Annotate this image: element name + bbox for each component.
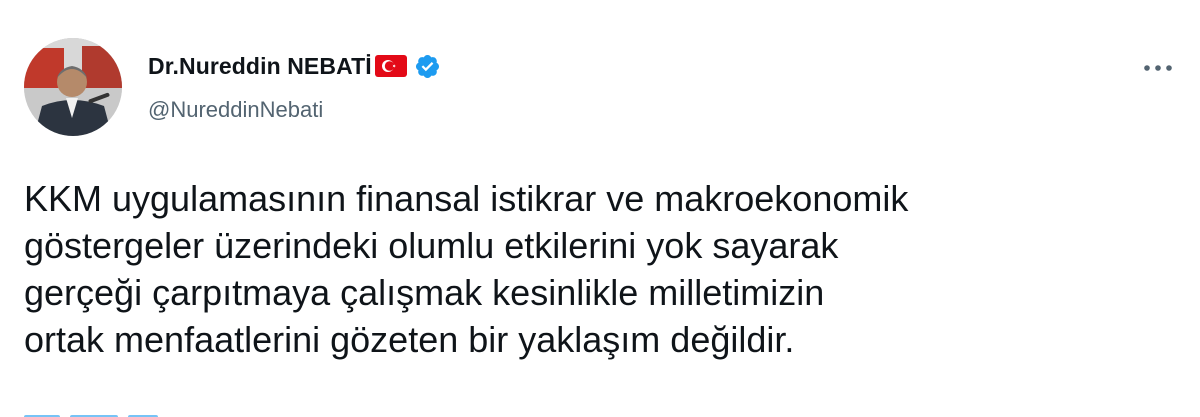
avatar[interactable] [24,38,122,136]
cropped-link-strip [24,406,174,417]
verified-badge-icon [414,53,441,80]
more-options-icon [1144,65,1172,71]
tweet-card: Dr.Nureddin NEBATİ @NureddinNebati KKM u… [0,0,1200,417]
tweet-text: KKM uygulamasının finansal istikrar ve m… [24,178,909,360]
avatar-image [24,38,122,136]
author-name-row: Dr.Nureddin NEBATİ [148,50,441,82]
turkey-flag-icon [374,55,407,77]
author-handle[interactable]: @NureddinNebati [148,97,323,123]
author-display-name[interactable]: Dr.Nureddin NEBATİ [148,53,372,80]
more-options-button[interactable] [1140,54,1176,82]
